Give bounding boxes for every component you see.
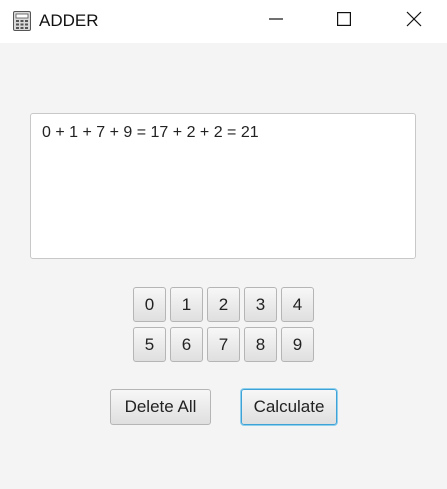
digit-button-7[interactable]: 7: [207, 327, 240, 362]
close-button[interactable]: [391, 0, 437, 43]
digit-button-1[interactable]: 1: [170, 287, 203, 322]
calculate-button[interactable]: Calculate: [241, 389, 337, 425]
digit-button-3[interactable]: 3: [244, 287, 277, 322]
digit-button-0[interactable]: 0: [133, 287, 166, 322]
digit-button-4[interactable]: 4: [281, 287, 314, 322]
digit-button-2[interactable]: 2: [207, 287, 240, 322]
title-bar: ADDER: [0, 0, 447, 43]
digit-button-6[interactable]: 6: [170, 327, 203, 362]
maximize-button[interactable]: [321, 0, 367, 43]
digit-button-9[interactable]: 9: [281, 327, 314, 362]
minimize-icon: [269, 12, 283, 31]
delete-all-button[interactable]: Delete All: [110, 389, 211, 425]
digit-button-5[interactable]: 5: [133, 327, 166, 362]
minimize-button[interactable]: [253, 0, 299, 43]
digit-button-8[interactable]: 8: [244, 327, 277, 362]
calculator-icon: [12, 10, 32, 32]
window-title: ADDER: [39, 11, 99, 30]
maximize-icon: [337, 12, 352, 31]
close-icon: [406, 11, 422, 32]
expression-text: 0 + 1 + 7 + 9 = 17 + 2 + 2 = 21: [42, 124, 259, 141]
expression-display[interactable]: 0 + 1 + 7 + 9 = 17 + 2 + 2 = 21: [30, 113, 416, 259]
